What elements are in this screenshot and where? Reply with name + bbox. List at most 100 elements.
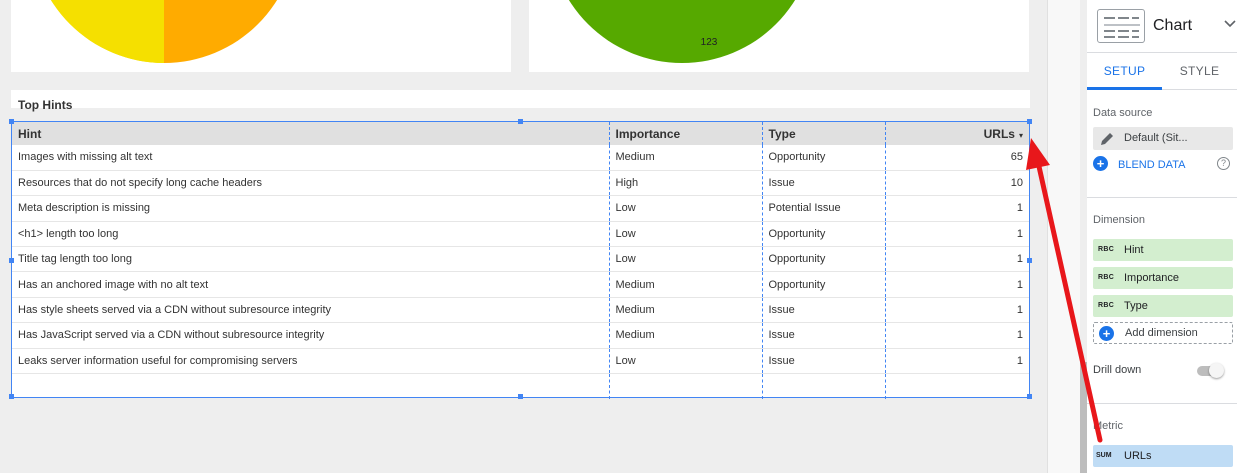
plus-circle-icon[interactable]: + <box>1093 156 1108 171</box>
dimension-chip-hint[interactable]: RBC Hint <box>1093 239 1233 261</box>
cell-type: Opportunity <box>761 221 885 248</box>
drill-down-toggle[interactable] <box>1195 362 1224 378</box>
sort-desc-icon[interactable]: ▾ <box>1019 131 1023 140</box>
cell-importance: Low <box>608 348 762 375</box>
chevron-down-icon[interactable] <box>1223 14 1237 34</box>
add-dimension-label: Add dimension <box>1125 327 1198 339</box>
column-header-hint[interactable]: Hint <box>12 122 609 145</box>
cell-urls: 10 <box>884 170 1029 197</box>
resize-handle-tl[interactable] <box>9 119 14 124</box>
table-row[interactable]: Meta description is missing Low Potential … <box>12 195 1029 222</box>
resize-handle-br[interactable] <box>1027 394 1032 399</box>
pie-slice-value-label: 123 <box>700 37 718 48</box>
text-type-icon: RBC <box>1098 246 1115 253</box>
empty-cell <box>884 373 1029 399</box>
resize-handle-tr[interactable] <box>1027 119 1032 124</box>
cell-hint: Title tag length too long <box>12 246 609 273</box>
section-divider <box>1087 403 1237 404</box>
metric-chip-label: URLs <box>1124 450 1152 462</box>
table-row[interactable]: Resources that do not specify long cache… <box>12 170 1029 197</box>
cell-urls: 65 <box>884 145 1029 171</box>
table-row[interactable]: Has style sheets served via a CDN withou… <box>12 297 1029 324</box>
cell-urls: 1 <box>884 322 1029 349</box>
table-row[interactable]: Images with missing alt text Medium Opport… <box>12 145 1029 171</box>
table-row[interactable]: Leaks server information useful for comp… <box>12 348 1029 375</box>
cell-hint: Resources that do not specify long cache… <box>12 170 609 197</box>
cell-type: Issue <box>761 170 885 197</box>
cell-importance: Low <box>608 195 762 222</box>
empty-cell <box>608 373 762 399</box>
data-source-name: Default (Sit... <box>1124 132 1188 144</box>
cell-hint: Meta description is missing <box>12 195 609 222</box>
cell-urls: 1 <box>884 221 1029 248</box>
cell-hint: <h1> length too long <box>12 221 609 248</box>
cell-urls: 1 <box>884 246 1029 273</box>
resize-handle-bl[interactable] <box>9 394 14 399</box>
table-header-row: Hint Importance Type URLs ▾ <box>12 122 1029 145</box>
resize-handle-bc[interactable] <box>518 394 523 399</box>
cell-importance: Medium <box>608 297 762 324</box>
scrollbar-thumb[interactable] <box>1080 362 1087 473</box>
table-row[interactable]: Has an anchored image with no alt text Me… <box>12 271 1029 298</box>
cell-urls: 1 <box>884 271 1029 298</box>
tab-style[interactable]: STYLE <box>1162 53 1237 90</box>
hints-table-grid: Hint Importance Type URLs ▾ Images with m… <box>12 122 1029 399</box>
cell-type: Opportunity <box>761 246 885 273</box>
cell-urls: 1 <box>884 348 1029 375</box>
cell-importance: Medium <box>608 322 762 349</box>
column-header-urls[interactable]: URLs ▾ <box>884 122 1029 145</box>
top-hints-table[interactable]: Hint Importance Type URLs ▾ Images with m… <box>9 119 1032 399</box>
resize-handle-ml[interactable] <box>9 258 14 263</box>
report-canvas: 123 Top Hints Hint Importance Type URLs ▾… <box>0 0 1047 473</box>
table-chart-icon[interactable] <box>1097 9 1145 43</box>
dimension-chip-label: Type <box>1124 300 1148 312</box>
dimension-chip-type[interactable]: RBC Type <box>1093 295 1233 317</box>
pie-chart-right-graphic <box>568 0 796 63</box>
panel-tabs: SETUP STYLE <box>1087 53 1237 90</box>
dimension-chip-label: Importance <box>1124 272 1180 284</box>
column-header-type[interactable]: Type <box>761 122 885 145</box>
metric-chip-urls[interactable]: SUM URLs <box>1093 445 1233 467</box>
pencil-icon[interactable] <box>1099 131 1115 147</box>
column-header-importance[interactable]: Importance <box>608 122 762 145</box>
cell-importance: High <box>608 170 762 197</box>
cell-hint: Images with missing alt text <box>12 145 609 171</box>
cell-hint: Has style sheets served via a CDN withou… <box>12 297 609 324</box>
pie-chart-importance[interactable] <box>11 0 511 72</box>
data-source-chip[interactable]: Default (Sit... <box>1093 127 1233 150</box>
pie-slice-orange <box>164 0 278 63</box>
tab-setup[interactable]: SETUP <box>1087 53 1162 90</box>
pie-chart-type[interactable]: 123 <box>529 0 1029 72</box>
table-title: Top Hints <box>18 98 73 112</box>
pie-chart-left-graphic <box>50 0 278 63</box>
hints-title-bar <box>11 90 1030 108</box>
dimension-chip-importance[interactable]: RBC Importance <box>1093 267 1233 289</box>
cell-hint: Has JavaScript served via a CDN without … <box>12 322 609 349</box>
table-row[interactable]: Has JavaScript served via a CDN without … <box>12 322 1029 349</box>
aggregation-sum-badge: SUM <box>1096 452 1112 459</box>
cell-importance: Medium <box>608 145 762 171</box>
cell-type: Potential Issue <box>761 195 885 222</box>
resize-handle-mr[interactable] <box>1027 258 1032 263</box>
cell-hint: Has an anchored image with no alt text <box>12 271 609 298</box>
add-dimension-button[interactable]: + Add dimension <box>1093 322 1233 344</box>
pie-slice-yellow-lower <box>50 0 164 63</box>
cell-type: Opportunity <box>761 145 885 171</box>
dimension-chip-label: Hint <box>1124 244 1144 256</box>
column-header-urls-label: URLs <box>983 126 1015 141</box>
cell-urls: 1 <box>884 297 1029 324</box>
blend-data-button[interactable]: BLEND DATA <box>1118 159 1185 171</box>
cell-importance: Low <box>608 221 762 248</box>
resize-handle-tc[interactable] <box>518 119 523 124</box>
toggle-knob <box>1209 363 1224 378</box>
text-type-icon: RBC <box>1098 302 1115 309</box>
cell-importance: Medium <box>608 271 762 298</box>
blend-data-row: + BLEND DATA ? <box>1093 156 1233 174</box>
table-row[interactable]: <h1> length too long Low Opportunity 1 <box>12 221 1029 248</box>
help-icon[interactable]: ? <box>1217 157 1230 170</box>
table-row[interactable]: Title tag length too long Low Opportunity 1 <box>12 246 1029 273</box>
panel-header: Chart <box>1087 0 1237 53</box>
metric-label: Metric <box>1093 420 1123 432</box>
properties-panel: Chart SETUP STYLE Data source Default (S… <box>1087 0 1237 473</box>
section-divider <box>1087 197 1237 198</box>
